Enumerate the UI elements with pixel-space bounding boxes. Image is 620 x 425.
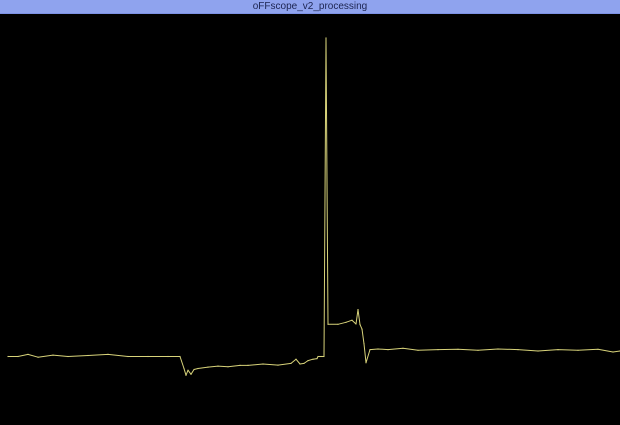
trace-point: [27, 353, 29, 355]
trace-point: [557, 349, 559, 351]
trace-point: [52, 354, 54, 356]
trace-point: [167, 355, 169, 358]
trace-point: [417, 349, 419, 351]
trace-point: [290, 362, 292, 364]
trace-point: [239, 364, 241, 366]
title-bar[interactable]: oFFscope_v2_processing: [0, 0, 620, 14]
trace-point: [325, 37, 327, 39]
trace-point: [37, 356, 39, 358]
scope-display: [0, 14, 620, 425]
trace-point: [327, 323, 329, 325]
trace-point: [612, 351, 614, 353]
trace-point: [577, 349, 579, 351]
trace-point: [183, 367, 185, 370]
trace-point: [377, 348, 379, 350]
trace-point: [351, 319, 353, 321]
trace-point: [303, 362, 305, 364]
scope-plot: [7, 37, 620, 376]
trace-point: [497, 348, 499, 350]
trace-point: [227, 366, 229, 368]
trace-point: [402, 347, 404, 349]
trace-point: [247, 364, 249, 366]
trace-point: [323, 355, 325, 358]
trace-point: [217, 365, 219, 367]
trace-point: [337, 323, 339, 325]
trace-point: [312, 358, 314, 360]
trace-point: [319, 355, 321, 358]
trace-point: [317, 355, 319, 358]
trace-point: [107, 353, 109, 355]
trace-point: [87, 354, 89, 357]
trace-point: [262, 363, 264, 365]
trace-point: [190, 373, 192, 375]
trace-point: [457, 348, 459, 350]
trace-point: [7, 355, 9, 358]
trace-point: [185, 374, 187, 376]
app-window: oFFscope_v2_processing: [0, 0, 620, 425]
trace-point: [363, 343, 365, 345]
trace-point: [147, 355, 149, 358]
trace-point: [369, 349, 371, 351]
trace-point: [321, 355, 323, 358]
trace-point: [295, 358, 297, 360]
trace-line-0: [8, 37, 620, 376]
trace-point: [361, 328, 363, 330]
trace-point: [316, 358, 318, 360]
trace-point: [67, 355, 69, 358]
trace-point: [179, 355, 181, 358]
trace-point: [387, 349, 389, 351]
trace-point: [517, 349, 519, 351]
trace-point: [355, 323, 357, 325]
trace-point: [277, 364, 279, 366]
trace-point: [357, 309, 359, 311]
trace-point: [207, 366, 209, 368]
trace-point: [359, 324, 361, 326]
trace-point: [187, 369, 189, 371]
trace-point: [307, 360, 309, 362]
trace-point: [537, 350, 539, 352]
trace-point: [477, 349, 479, 351]
trace-point: [193, 368, 195, 371]
trace-point: [197, 367, 199, 370]
trace-point: [345, 321, 347, 323]
trace-point: [127, 355, 129, 358]
trace-point: [299, 363, 301, 365]
trace-point: [597, 348, 599, 350]
trace-point: [365, 362, 367, 364]
trace-point: [437, 349, 439, 351]
trace-point: [17, 355, 19, 358]
